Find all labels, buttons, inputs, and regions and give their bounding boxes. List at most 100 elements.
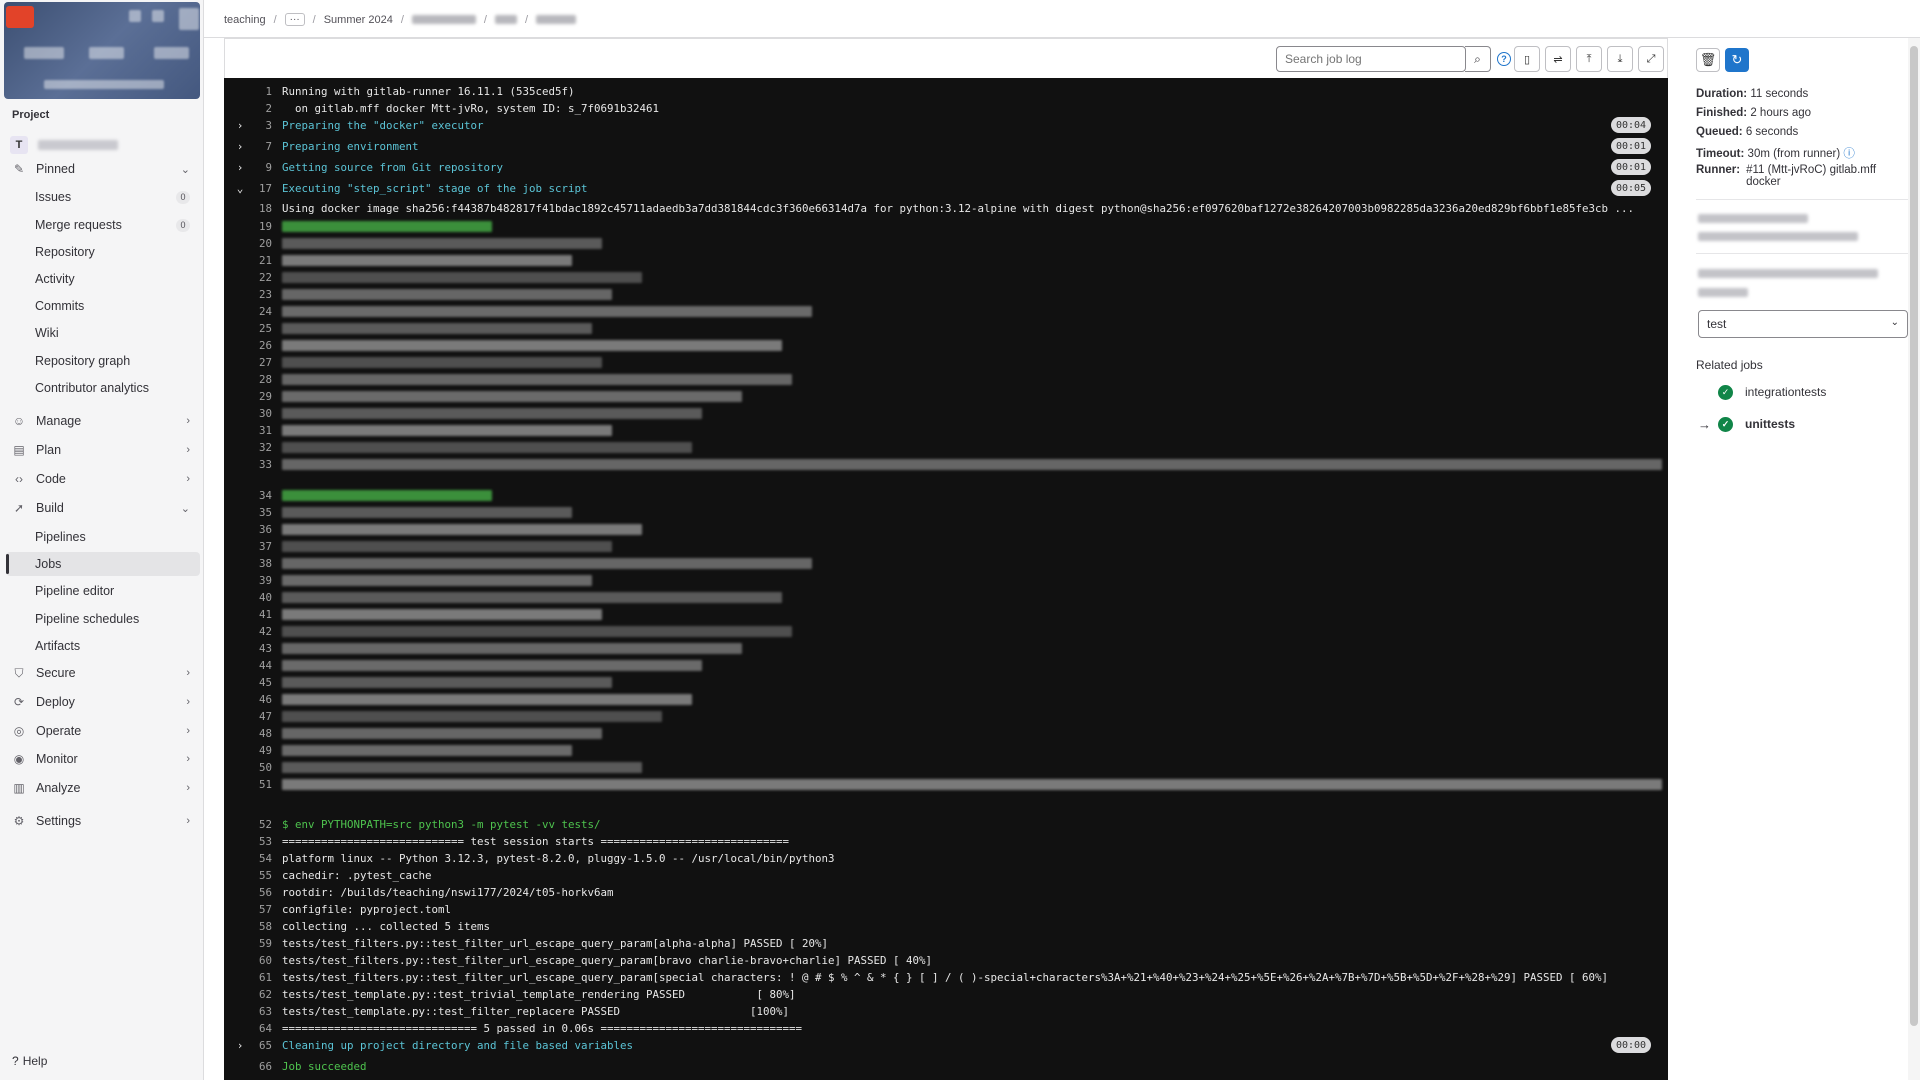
related-job-unittests[interactable]: → ✓ unittests — [1698, 414, 1795, 434]
line-number[interactable]: 50 — [224, 761, 272, 774]
line-number[interactable]: 37 — [224, 540, 272, 553]
sidebar-item-operate[interactable]: ◎ Operate › — [6, 719, 200, 743]
line-number[interactable]: 33 — [224, 458, 272, 471]
line-number[interactable]: 59 — [224, 937, 272, 950]
stage-select[interactable]: test ⌄ — [1698, 310, 1908, 338]
sidebar-item-secure[interactable]: ⛉ Secure › — [6, 661, 200, 685]
line-number[interactable]: 44 — [224, 659, 272, 672]
show-raw-button[interactable]: ▯ — [1514, 46, 1540, 72]
line-number[interactable]: 46 — [224, 693, 272, 706]
sidebar-item-wiki[interactable]: Wiki — [6, 321, 200, 345]
breadcrumb-teaching[interactable]: teaching — [224, 14, 266, 26]
line-number[interactable]: 2 — [224, 102, 272, 115]
sidebar-item-jobs[interactable]: Jobs — [6, 552, 200, 576]
line-number[interactable]: 66 — [224, 1060, 272, 1073]
line-number[interactable]: 23 — [224, 288, 272, 301]
line-number[interactable]: 52 — [224, 818, 272, 831]
line-number[interactable]: 27 — [224, 356, 272, 369]
line-number[interactable]: 3 — [224, 119, 272, 132]
line-number[interactable]: 55 — [224, 869, 272, 882]
line-number[interactable]: 25 — [224, 322, 272, 335]
help-icon[interactable]: ? — [1497, 52, 1511, 66]
breadcrumb-redacted-jobs[interactable] — [494, 15, 517, 24]
help-button[interactable]: ? Help — [12, 1054, 47, 1068]
sidebar-item-manage[interactable]: ☺ Manage › — [6, 409, 200, 433]
page-scrollbar[interactable] — [1908, 38, 1920, 1080]
sidebar-item-pinned[interactable]: ✎ Pinned ⌄ — [6, 157, 200, 181]
line-number[interactable]: 47 — [224, 710, 272, 723]
search-job-log-input[interactable] — [1276, 46, 1466, 72]
breadcrumb-more-button[interactable]: ··· — [284, 13, 305, 26]
sidebar-item-deploy[interactable]: ⟳ Deploy › — [6, 690, 200, 714]
log-section-get-sources[interactable]: › 9 Getting source from Git repository 0… — [224, 159, 1668, 175]
search-icon[interactable]: ⌕ — [1465, 46, 1491, 72]
line-number[interactable]: 28 — [224, 373, 272, 386]
sidebar-item-activity[interactable]: Activity — [6, 267, 200, 291]
group-brand-banner[interactable] — [4, 2, 200, 99]
line-number[interactable]: 36 — [224, 523, 272, 536]
scrollbar-thumb[interactable] — [1910, 46, 1918, 1026]
line-number[interactable]: 62 — [224, 988, 272, 1001]
line-number[interactable]: 30 — [224, 407, 272, 420]
line-number[interactable]: 19 — [224, 220, 272, 233]
sidebar-item-issues[interactable]: Issues 0 — [6, 185, 200, 209]
sidebar-item-settings[interactable]: ⚙ Settings › — [6, 809, 200, 833]
line-number[interactable]: 45 — [224, 676, 272, 689]
line-number[interactable]: 17 — [224, 182, 272, 195]
line-number[interactable]: 21 — [224, 254, 272, 267]
line-number[interactable]: 7 — [224, 140, 272, 153]
line-number[interactable]: 41 — [224, 608, 272, 621]
sidebar-item-plan[interactable]: ▤ Plan › — [6, 438, 200, 462]
fullscreen-button[interactable]: ⤢ — [1638, 46, 1664, 72]
line-number[interactable]: 60 — [224, 954, 272, 967]
line-number[interactable]: 56 — [224, 886, 272, 899]
line-number[interactable]: 9 — [224, 161, 272, 174]
line-number[interactable]: 53 — [224, 835, 272, 848]
redacted-pipeline-info[interactable] — [1698, 269, 1878, 278]
sidebar-item-build[interactable]: ➚ Build ⌄ — [6, 496, 200, 520]
breadcrumb-redacted-project[interactable] — [411, 15, 476, 24]
sidebar-item-pipeline-schedules[interactable]: Pipeline schedules — [6, 607, 200, 631]
related-job-integrationtests[interactable]: ✓ integrationtests — [1698, 382, 1826, 402]
wrap-lines-button[interactable]: ⇌ — [1545, 46, 1571, 72]
line-number[interactable]: 63 — [224, 1005, 272, 1018]
line-number[interactable]: 64 — [224, 1022, 272, 1035]
line-number[interactable]: 51 — [224, 778, 272, 791]
line-number[interactable]: 40 — [224, 591, 272, 604]
line-number[interactable]: 18 — [224, 202, 272, 215]
sidebar-item-pipelines[interactable]: Pipelines — [6, 525, 200, 549]
sidebar-item-contributor-analytics[interactable]: Contributor analytics — [6, 376, 200, 400]
line-number[interactable]: 26 — [224, 339, 272, 352]
project-link[interactable]: T — [10, 135, 196, 155]
log-section-step-script[interactable]: ⌄ 17 Executing "step_script" stage of th… — [224, 180, 1668, 196]
line-number[interactable]: 29 — [224, 390, 272, 403]
sidebar-item-merge-requests[interactable]: Merge requests 0 — [6, 213, 200, 237]
retry-job-button[interactable]: ↻ — [1725, 48, 1749, 72]
line-number[interactable]: 35 — [224, 506, 272, 519]
line-number[interactable]: 32 — [224, 441, 272, 454]
erase-log-button[interactable]: 🗑 — [1696, 48, 1720, 72]
line-number[interactable]: 49 — [224, 744, 272, 757]
line-number[interactable]: 65 — [224, 1039, 272, 1052]
line-number[interactable]: 39 — [224, 574, 272, 587]
help-icon[interactable]: ⓘ — [1843, 148, 1855, 160]
line-number[interactable]: 34 — [224, 489, 272, 502]
line-number[interactable]: 24 — [224, 305, 272, 318]
breadcrumb-semester[interactable]: Summer 2024 — [324, 14, 393, 26]
line-number[interactable]: 38 — [224, 557, 272, 570]
log-section-prepare-environment[interactable]: › 7 Preparing environment 00:01 — [224, 138, 1668, 154]
line-number[interactable]: 43 — [224, 642, 272, 655]
line-number[interactable]: 57 — [224, 903, 272, 916]
log-section-cleanup[interactable]: › 65 Cleaning up project directory and f… — [224, 1037, 1668, 1053]
line-number[interactable]: 1 — [224, 85, 272, 98]
line-number[interactable]: 22 — [224, 271, 272, 284]
sidebar-item-repository[interactable]: Repository — [6, 240, 200, 264]
sidebar-item-monitor[interactable]: ◉ Monitor › — [6, 747, 200, 771]
sidebar-item-pipeline-editor[interactable]: Pipeline editor — [6, 579, 200, 603]
sidebar-item-code[interactable]: ‹› Code › — [6, 467, 200, 491]
line-number[interactable]: 42 — [224, 625, 272, 638]
line-number[interactable]: 61 — [224, 971, 272, 984]
sidebar-item-commits[interactable]: Commits — [6, 294, 200, 318]
line-number[interactable]: 48 — [224, 727, 272, 740]
scroll-to-top-button[interactable]: ⤒ — [1576, 46, 1602, 72]
